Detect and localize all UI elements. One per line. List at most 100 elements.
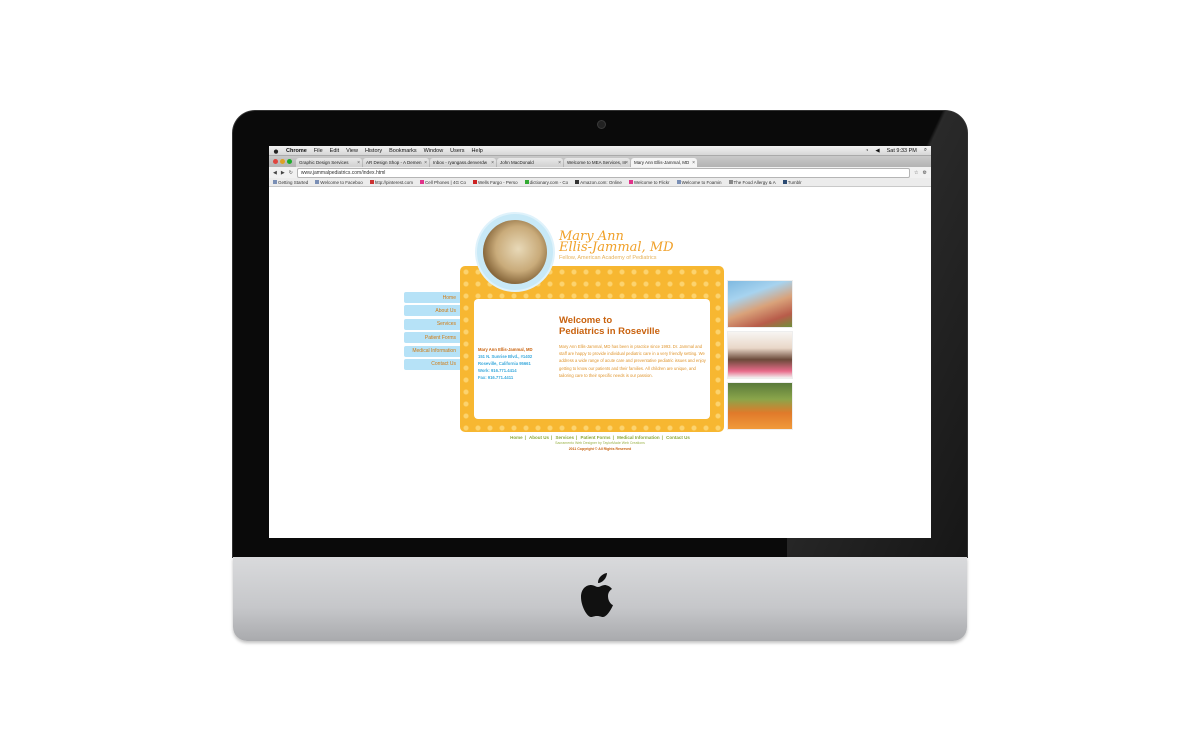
zoom-window-button[interactable] xyxy=(287,159,292,164)
bookmark-star-icon[interactable]: ☆ xyxy=(914,170,918,176)
browser-tab[interactable]: John MacDonald × xyxy=(497,158,563,167)
browser-tab[interactable]: Inbox - ryangass.denverdw × xyxy=(430,158,496,167)
bookmark-item[interactable]: Welcome to Flickr xyxy=(628,180,670,185)
bookmark-item[interactable]: Welcome to Foamin xyxy=(676,180,722,185)
nav-about-us[interactable]: About Us xyxy=(404,305,460,317)
footer-link-contact-us[interactable]: Contact Us xyxy=(666,435,690,440)
facebook-icon xyxy=(315,180,320,185)
nav-services[interactable]: Services xyxy=(404,318,460,330)
site-title: Mary Ann Ellis-Jammal, MD xyxy=(559,229,674,255)
nav-patient-forms[interactable]: Patient Forms xyxy=(404,332,460,344)
camera-icon xyxy=(597,120,606,129)
amazon-icon xyxy=(575,180,580,185)
side-nav: Home About Us Services Patient Forms Med… xyxy=(404,292,460,372)
mother-child-photo xyxy=(727,331,793,379)
back-icon[interactable]: ◀ xyxy=(273,170,277,176)
tab-label: Graphic Design Services xyxy=(299,160,349,165)
nav-medical-information[interactable]: Medical Information xyxy=(404,345,460,357)
footer-link-patient-forms[interactable]: Patient Forms xyxy=(581,435,611,440)
close-tab-icon[interactable]: × xyxy=(625,160,628,166)
close-tab-icon[interactable]: × xyxy=(692,160,695,166)
mac-menubar: Chrome File Edit View History Bookmarks … xyxy=(269,146,931,156)
browser-tab[interactable]: Welcome to MEA Services, In × xyxy=(564,158,630,167)
bookmark-item[interactable]: Wells Fargo - Perso xyxy=(472,180,518,185)
menu-view[interactable]: View xyxy=(346,148,358,154)
browser-tab[interactable]: AR Design Shop - A Demen × xyxy=(363,158,429,167)
dictionary-icon xyxy=(524,180,529,185)
fax-number: Fax: 916.771.4411 xyxy=(478,375,514,380)
menu-history[interactable]: History xyxy=(365,148,382,154)
spotlight-search-icon[interactable]: ⌕ xyxy=(924,147,927,154)
tab-label: Welcome to MEA Services, In xyxy=(567,160,627,165)
footer-link-home[interactable]: Home xyxy=(510,435,523,440)
close-tab-icon[interactable]: × xyxy=(357,160,360,166)
footer-link-medical-information[interactable]: Medical Information xyxy=(617,435,660,440)
wellsfargo-icon xyxy=(472,180,477,185)
url-text: www.jammalpediatrics.com/index.html xyxy=(300,169,386,176)
page-icon xyxy=(273,180,277,185)
page-icon xyxy=(676,180,681,185)
menu-window[interactable]: Window xyxy=(424,148,444,154)
footer-link-about-us[interactable]: About Us xyxy=(529,435,549,440)
nav-home[interactable]: Home xyxy=(404,292,460,303)
bookmark-item[interactable]: Getting Started xyxy=(273,180,308,185)
close-window-button[interactable] xyxy=(273,159,278,164)
apple-menu-icon[interactable] xyxy=(273,148,279,154)
window-controls xyxy=(273,159,292,164)
url-input[interactable]: www.jammalpediatrics.com/index.html xyxy=(296,167,911,178)
close-tab-icon[interactable]: × xyxy=(424,160,427,166)
intro-paragraph: Mary Ann Ellis-Jammal, MD has been in pr… xyxy=(559,344,706,378)
tab-label: Inbox - ryangass.denverdw xyxy=(433,160,488,165)
page-icon xyxy=(728,180,733,185)
tab-label: Mary Ann Ellis-Jammal, MD xyxy=(634,160,690,165)
doctor-name: Mary Ann Ellis-Jammal, MD xyxy=(478,347,533,352)
wrench-icon[interactable]: ⚙ xyxy=(923,170,927,176)
minimize-window-button[interactable] xyxy=(280,159,285,164)
work-phone: Work: 916.771.4414 xyxy=(478,368,517,373)
footer-credit[interactable]: Sacramento Web Designer by TaylorMade We… xyxy=(269,441,931,445)
browser-tab[interactable]: Graphic Design Services × xyxy=(296,158,362,167)
sun-moon-mosaic-icon xyxy=(483,220,547,284)
menu-users[interactable]: Users xyxy=(450,148,464,154)
nav-contact-us[interactable]: Contact Us xyxy=(404,358,460,370)
bookmark-item[interactable]: Cell Phones | 4G Co xyxy=(420,180,466,185)
family-photo xyxy=(727,280,793,328)
menu-bookmarks[interactable]: Bookmarks xyxy=(389,148,417,154)
menu-file[interactable]: File xyxy=(314,148,323,154)
browser-tab-active[interactable]: Mary Ann Ellis-Jammal, MD × xyxy=(631,158,697,167)
bookmark-item[interactable]: http://pinterest.com xyxy=(369,180,413,185)
bookmarks-bar: Getting Started Welcome to Faceboo http:… xyxy=(269,178,931,187)
flickr-icon xyxy=(628,180,633,185)
pinterest-icon xyxy=(369,180,374,185)
bookmark-item[interactable]: Tumblr xyxy=(782,180,802,185)
menu-edit[interactable]: Edit xyxy=(330,148,339,154)
browser-toolbar: ◀ ▶ ↻ www.jammalpediatrics.com/index.htm… xyxy=(269,167,931,178)
volume-icon[interactable]: ◀ xyxy=(875,148,879,154)
bookmark-item[interactable]: Welcome to Faceboo xyxy=(315,180,363,185)
menubar-clock[interactable]: Sat 9:33 PM xyxy=(887,148,917,154)
reload-icon[interactable]: ↻ xyxy=(289,170,293,176)
welcome-heading: Welcome to Pediatrics in Roseville xyxy=(559,315,660,337)
footer-links: Home | About Us | Services | Patient Forms |… xyxy=(510,435,690,440)
tab-label: John MacDonald xyxy=(500,160,534,165)
menu-chrome[interactable]: Chrome xyxy=(286,148,307,154)
forward-icon[interactable]: ▶ xyxy=(281,170,285,176)
wifi-icon[interactable]: ◔ xyxy=(865,148,868,154)
bookmark-item[interactable]: Amazon.com: Online xyxy=(575,180,622,185)
bookmark-item[interactable]: The Food Allergy & A xyxy=(728,180,776,185)
contact-address: Mary Ann Ellis-Jammal, MD 151 N. Sunrise… xyxy=(478,346,533,381)
city-address: Roseville, California 95661 xyxy=(478,361,531,366)
footer-copyright: 2011 Copyright © All Rights Reserved xyxy=(568,447,632,451)
close-tab-icon[interactable]: × xyxy=(558,160,561,166)
browser-tab-strip: Graphic Design Services × AR Design Shop … xyxy=(269,156,931,167)
site-logo[interactable] xyxy=(477,214,553,290)
site-subtitle: Fellow, American Academy of Pediatrics xyxy=(559,255,657,261)
bookmark-item[interactable]: dictionary.com - Co xyxy=(524,180,568,185)
tmobile-icon xyxy=(420,180,425,185)
footer-link-services[interactable]: Services xyxy=(555,435,574,440)
menu-help[interactable]: Help xyxy=(472,148,483,154)
close-tab-icon[interactable]: × xyxy=(491,160,494,166)
tab-label: AR Design Shop - A Demen xyxy=(366,160,422,165)
screen: Chrome File Edit View History Bookmarks … xyxy=(269,146,931,538)
street-address: 151 N. Sunrise Blvd., #1402 xyxy=(478,354,533,359)
